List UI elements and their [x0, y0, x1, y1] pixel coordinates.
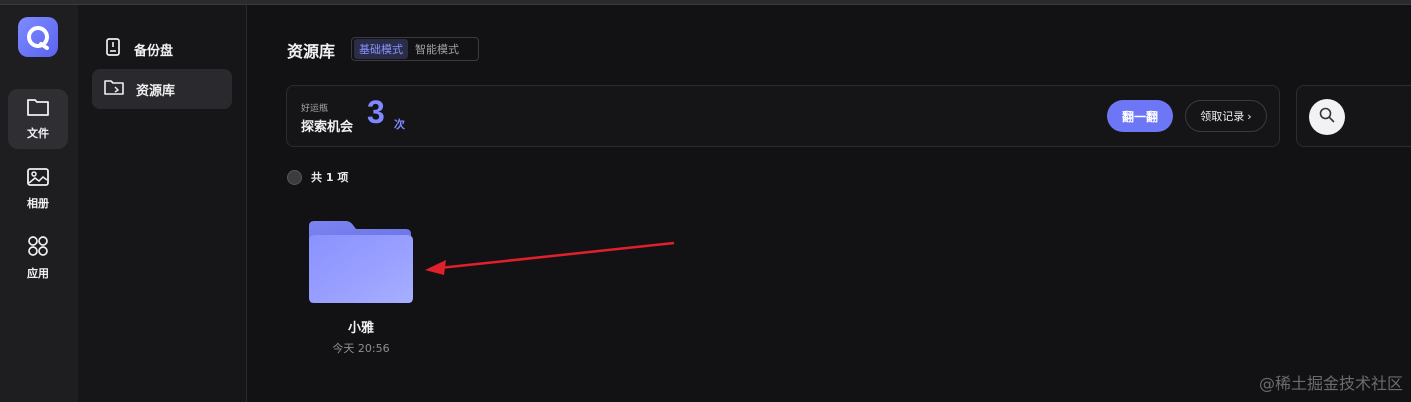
rail-item-label: 相册 [27, 197, 49, 210]
folder-icon [309, 221, 413, 303]
backup-disk-icon [104, 37, 122, 61]
apps-grid-icon [27, 235, 49, 261]
mode-basic[interactable]: 基础模式 [354, 39, 408, 59]
search-button[interactable] [1309, 99, 1345, 135]
mode-smart[interactable]: 智能模式 [410, 39, 464, 59]
chevron-right-icon: › [1247, 109, 1252, 123]
search-card [1296, 85, 1411, 147]
sidebar-item-label: 资源库 [136, 83, 176, 99]
resource-folder-icon [104, 78, 124, 100]
item-count: 共 1 项 [311, 171, 349, 184]
select-all-radio[interactable] [287, 169, 302, 185]
rail-item-photos[interactable]: 相册 [8, 159, 68, 219]
rail-item-files[interactable]: 文件 [8, 89, 68, 149]
folder-icon [26, 97, 50, 121]
folder-name[interactable]: 小雅 [306, 317, 416, 336]
app-logo-icon[interactable] [18, 17, 58, 57]
sidebar-item-label: 备份盘 [134, 43, 174, 59]
annotation-arrow [425, 241, 675, 275]
lucky-bottle-label: 好运瓶 [301, 104, 329, 114]
nav-rail: 文件 相册 应用 [0, 5, 78, 402]
folder-item[interactable] [306, 210, 416, 310]
claim-record-button[interactable]: 领取记录 › [1185, 100, 1267, 132]
rail-item-label: 文件 [27, 127, 49, 140]
chances-count: 3 [367, 94, 385, 130]
photo-icon [26, 167, 50, 191]
sidebar-item-resources[interactable]: 资源库 [92, 69, 232, 109]
item-count-row: 共 1 项 [287, 169, 348, 185]
main-content: 资源库 基础模式 智能模式 好运瓶 探索机会 3 次 翻一翻 领取记录 › 共 … [248, 5, 1411, 402]
claim-record-label: 领取记录 [1200, 110, 1245, 123]
secondary-sidebar: 备份盘 资源库 [78, 5, 247, 402]
folder-timestamp: 今天 20:56 [332, 342, 390, 355]
watermark: @稀土掘金技术社区 [1258, 374, 1403, 393]
rail-item-apps[interactable]: 应用 [8, 228, 68, 288]
flip-button[interactable]: 翻一翻 [1107, 100, 1173, 132]
explore-chances-label: 探索机会 [301, 120, 354, 135]
page-title: 资源库 [287, 42, 336, 61]
lucky-bottle-card: 好运瓶 探索机会 3 次 翻一翻 领取记录 › [286, 85, 1280, 147]
search-icon [1318, 106, 1336, 128]
sidebar-item-backup[interactable]: 备份盘 [92, 29, 232, 69]
chances-unit: 次 [394, 118, 405, 131]
mode-switch: 基础模式 智能模式 [351, 37, 479, 61]
rail-item-label: 应用 [27, 267, 49, 280]
